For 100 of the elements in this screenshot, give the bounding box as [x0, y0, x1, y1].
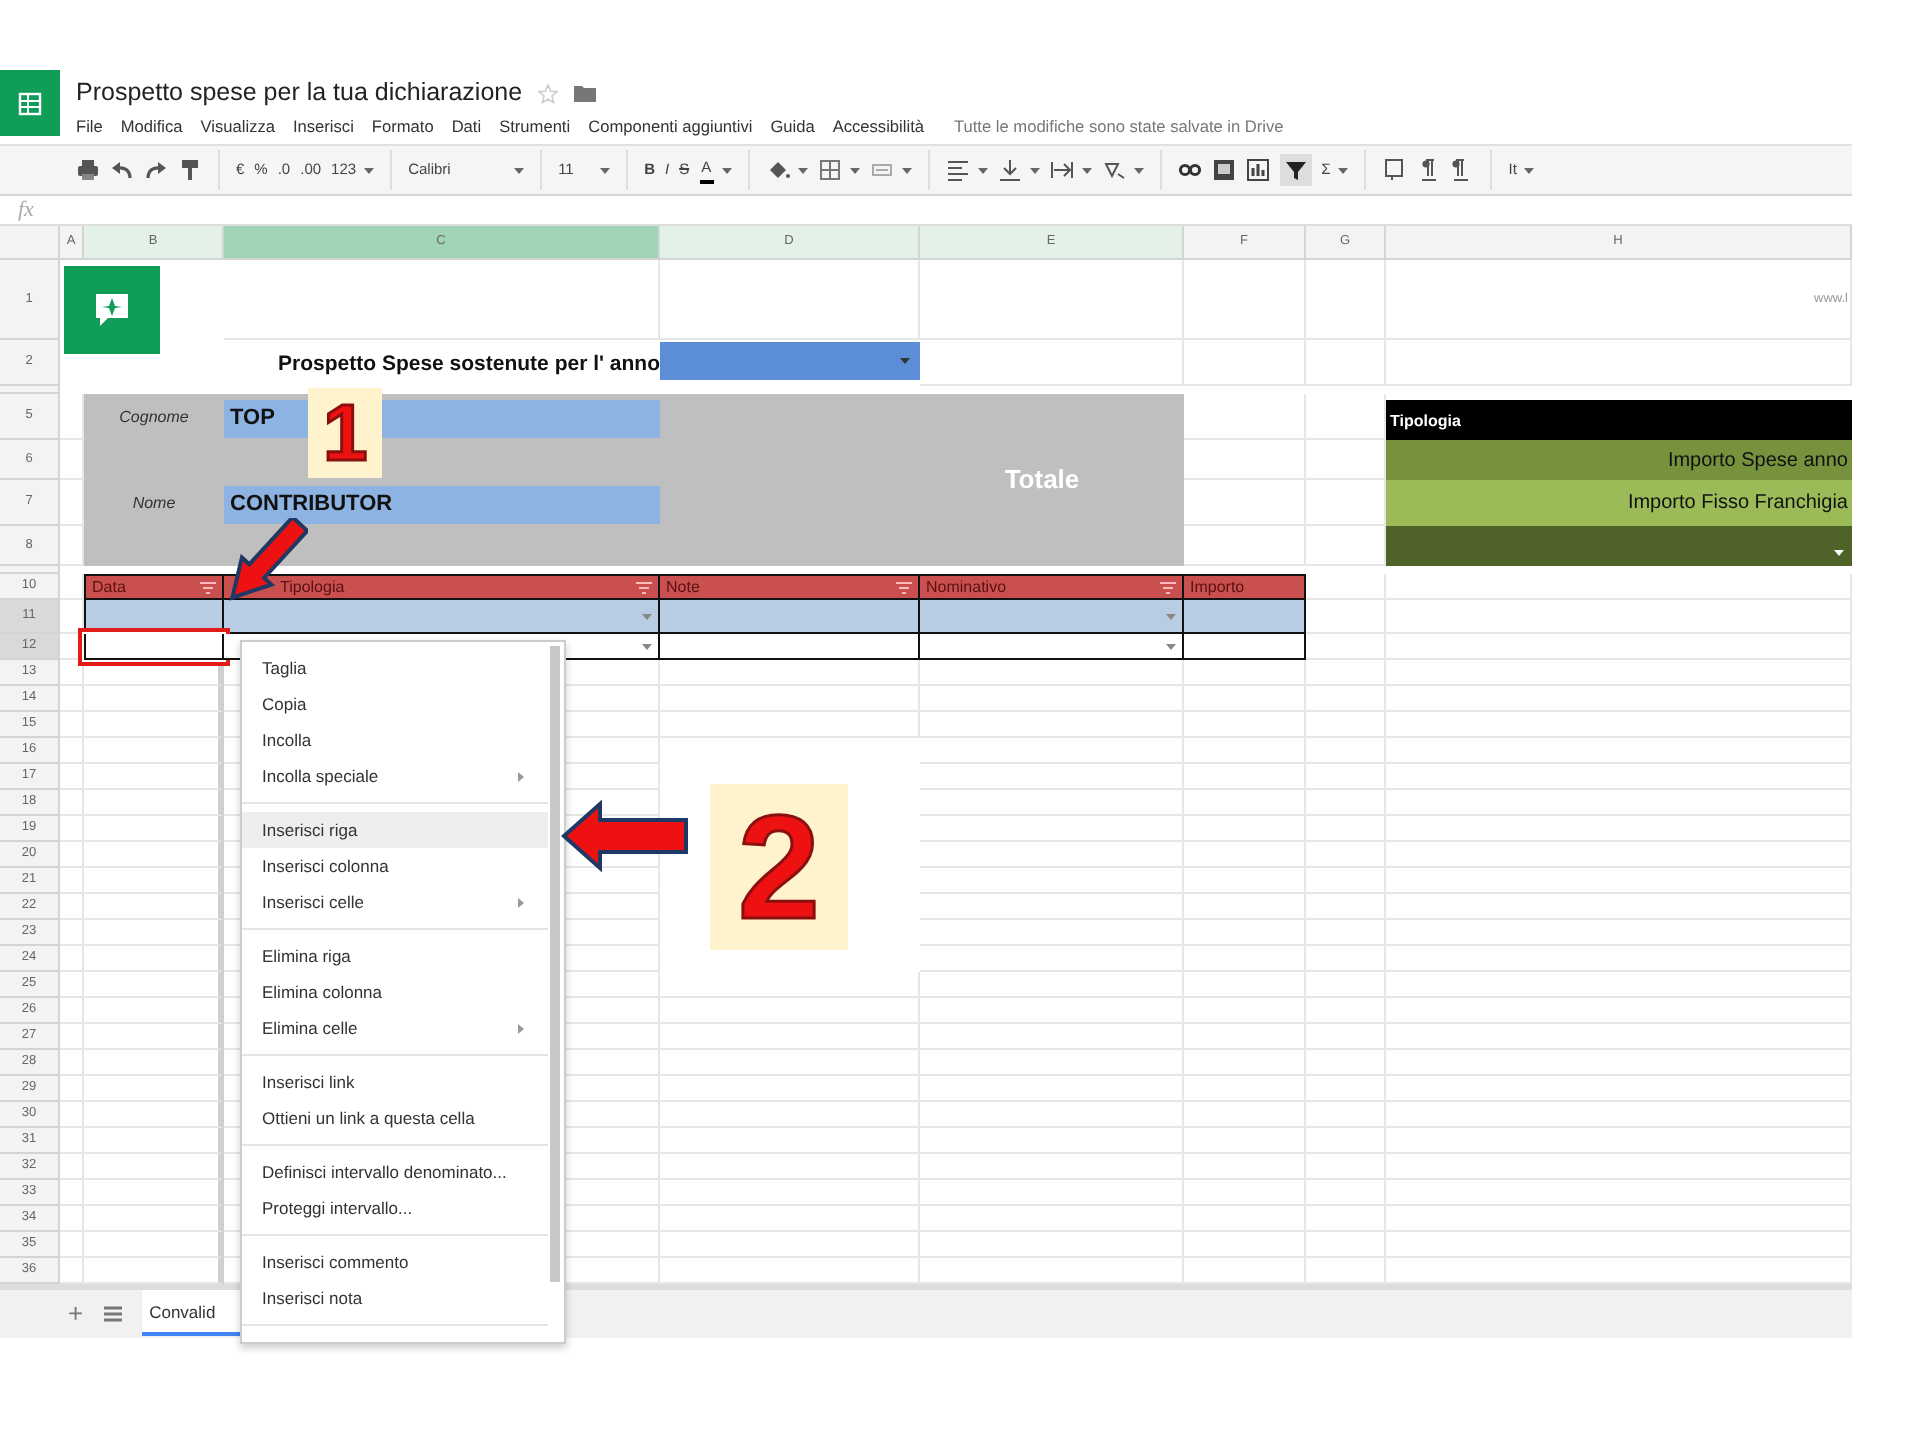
empty-cell[interactable] [84, 764, 224, 790]
empty-cell[interactable] [1386, 1180, 1852, 1206]
empty-cell[interactable] [660, 1102, 920, 1128]
menu-item[interactable]: Inserisci colonna [242, 848, 548, 884]
empty-cell[interactable] [1386, 660, 1852, 686]
empty-cell[interactable] [1306, 920, 1386, 946]
align-icon[interactable] [945, 158, 970, 182]
empty-cell[interactable] [1386, 1024, 1852, 1050]
empty-cell[interactable] [1306, 946, 1386, 972]
empty-cell[interactable] [660, 260, 920, 340]
caret-icon[interactable] [1166, 613, 1176, 619]
empty-cell[interactable] [1386, 634, 1852, 660]
empty-cell[interactable] [1386, 764, 1852, 790]
print-icon[interactable] [76, 158, 100, 182]
table-cell[interactable] [224, 600, 660, 634]
empty-cell[interactable] [84, 1102, 224, 1128]
empty-cell[interactable] [1184, 686, 1306, 712]
menu-item[interactable]: Taglia [242, 650, 548, 686]
empty-cell[interactable] [1306, 1076, 1386, 1102]
empty-cell[interactable] [84, 816, 224, 842]
empty-cell[interactable] [84, 712, 224, 738]
empty-cell[interactable] [920, 1206, 1184, 1232]
empty-cell[interactable] [920, 686, 1184, 712]
empty-cell[interactable] [1386, 574, 1852, 600]
empty-cell[interactable] [920, 998, 1184, 1024]
empty-cell[interactable] [1306, 1232, 1386, 1258]
empty-cell[interactable] [660, 972, 920, 998]
empty-cell[interactable] [1184, 790, 1306, 816]
empty-cell[interactable] [1184, 1024, 1306, 1050]
paragraph-icon[interactable] [1416, 158, 1441, 182]
empty-cell[interactable] [84, 894, 224, 920]
empty-cell[interactable] [1306, 1050, 1386, 1076]
empty-cell[interactable] [1306, 764, 1386, 790]
empty-cell[interactable] [1386, 600, 1852, 634]
empty-cell[interactable] [660, 998, 920, 1024]
corner-cell[interactable] [0, 226, 60, 260]
table-cell[interactable] [920, 600, 1184, 634]
empty-cell[interactable] [84, 868, 224, 894]
type-option[interactable]: Importo Spese anno [1386, 440, 1852, 480]
rotate-text-icon[interactable] [1101, 158, 1126, 182]
empty-cell[interactable] [1184, 1232, 1306, 1258]
table-cell[interactable] [1184, 634, 1306, 660]
empty-cell[interactable] [1386, 1206, 1852, 1232]
empty-cell[interactable] [84, 842, 224, 868]
menu-item[interactable]: Inserisci riga [242, 812, 548, 848]
empty-cell[interactable] [224, 260, 660, 340]
empty-cell[interactable] [920, 842, 1184, 868]
empty-cell[interactable] [660, 712, 920, 738]
empty-cell[interactable] [1386, 790, 1852, 816]
caret-icon[interactable] [901, 167, 912, 173]
empty-cell[interactable] [920, 764, 1184, 790]
menu-item[interactable]: Incolla speciale [242, 758, 548, 794]
caret-icon[interactable] [364, 167, 375, 173]
empty-cell[interactable] [660, 1050, 920, 1076]
empty-cell[interactable] [920, 1154, 1184, 1180]
caret-icon[interactable] [1029, 167, 1040, 173]
empty-cell[interactable] [1386, 712, 1852, 738]
empty-cell[interactable] [1386, 738, 1852, 764]
table-cell[interactable] [660, 634, 920, 660]
add-sheet-button[interactable]: + [68, 1300, 84, 1328]
caret-icon[interactable] [977, 167, 988, 173]
empty-cell[interactable] [1184, 946, 1306, 972]
empty-cell[interactable] [920, 1050, 1184, 1076]
caret-icon[interactable] [721, 167, 732, 173]
caret-icon[interactable] [514, 167, 525, 173]
empty-cell[interactable] [1306, 894, 1386, 920]
document-title[interactable]: Prospetto spese per la tua dichiarazione [76, 78, 523, 108]
caret-icon[interactable] [849, 167, 860, 173]
star-icon[interactable] [538, 83, 559, 103]
empty-cell[interactable] [1306, 260, 1386, 340]
empty-cell[interactable] [1184, 1154, 1306, 1180]
bucket-icon[interactable] [765, 158, 790, 182]
caret-icon[interactable] [1081, 167, 1092, 173]
empty-cell[interactable] [1386, 868, 1852, 894]
empty-cell[interactable] [1306, 660, 1386, 686]
menu-item[interactable]: Inserisci link [242, 1064, 548, 1100]
empty-cell[interactable] [1386, 920, 1852, 946]
empty-cell[interactable] [84, 1180, 224, 1206]
empty-cell[interactable] [84, 972, 224, 998]
table-cell[interactable] [660, 600, 920, 634]
caret-icon[interactable] [1133, 167, 1144, 173]
empty-cell[interactable] [1184, 340, 1306, 386]
empty-cell[interactable] [1306, 1024, 1386, 1050]
empty-cell[interactable] [1386, 946, 1852, 972]
empty-cell[interactable] [1306, 868, 1386, 894]
filter-icon[interactable] [1283, 158, 1308, 182]
empty-cell[interactable] [920, 738, 1184, 764]
empty-cell[interactable] [1184, 998, 1306, 1024]
name-field[interactable]: CONTRIBUTOR [224, 486, 660, 524]
empty-cell[interactable] [920, 260, 1184, 340]
empty-cell[interactable] [920, 868, 1184, 894]
empty-cell[interactable] [1184, 920, 1306, 946]
empty-cell[interactable] [920, 790, 1184, 816]
table-cell[interactable] [1184, 600, 1306, 634]
menu-item[interactable]: Formato [371, 114, 434, 139]
empty-cell[interactable] [1386, 1128, 1852, 1154]
empty-cell[interactable] [1386, 842, 1852, 868]
menu-item[interactable]: Inserisci [292, 114, 354, 139]
empty-cell[interactable] [84, 790, 224, 816]
menu-item[interactable]: Strumenti [499, 114, 571, 139]
